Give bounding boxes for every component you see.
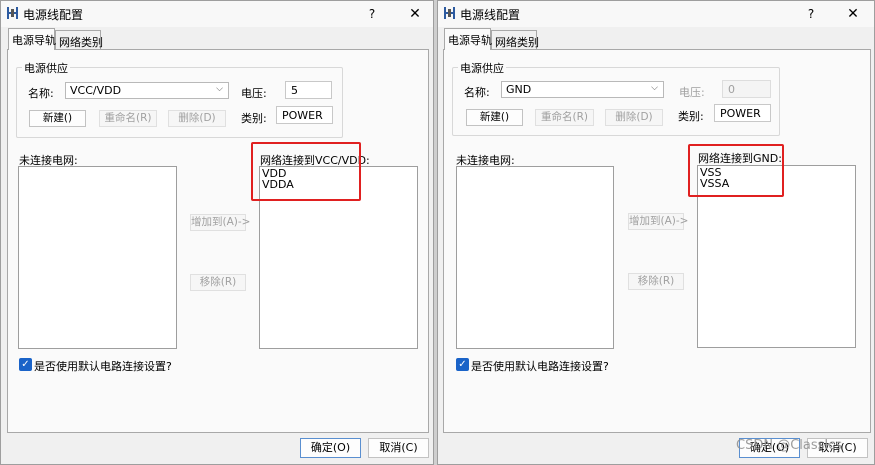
help-button[interactable]: ? (361, 5, 383, 23)
power-rail-app-icon (444, 7, 455, 19)
tab-label: 网络类别 (495, 36, 539, 49)
tab-panel: 电源供应 名称: VCC/VDD ⌵ 电压: 5 新建() 重命名(R) 删除(… (7, 49, 429, 433)
category-field[interactable]: POWER (276, 106, 333, 124)
title-bar: 电源线配置 ? ✕ (1, 1, 433, 27)
unconnected-nets-list[interactable] (456, 166, 614, 349)
category-label: 类别: (241, 112, 267, 125)
chevron-down-icon: ⌵ (651, 83, 658, 93)
checkbox-label: 是否使用默认电路连接设置? (34, 360, 172, 373)
tab-label: 电源导轨 (12, 34, 56, 47)
rename-button[interactable]: 重命名(R) (535, 109, 594, 126)
tab-net-class[interactable]: 网络类别 (491, 30, 539, 50)
voltage-label: 电压: (241, 87, 267, 100)
cancel-button[interactable]: 取消(C) (368, 438, 429, 458)
chevron-down-icon: ⌵ (216, 84, 223, 94)
delete-button[interactable]: 删除(D) (168, 110, 226, 127)
window-title: 电源线配置 (460, 8, 521, 22)
name-dropdown[interactable]: VCC/VDD ⌵ (65, 82, 229, 99)
remove-button[interactable]: 移除(R) (628, 273, 684, 290)
ok-button[interactable]: 确定(O) (300, 438, 361, 458)
checkbox-label: 是否使用默认电路连接设置? (471, 360, 609, 373)
voltage-label: 电压: (679, 86, 705, 99)
default-connection-checkbox[interactable]: ✓ (456, 358, 469, 371)
title-bar: 电源线配置 ? ✕ (438, 1, 874, 27)
dialog-footer: 确定(O) 取消(C) (1, 433, 433, 464)
remove-button[interactable]: 移除(R) (190, 274, 246, 291)
close-button[interactable]: ✕ (840, 4, 866, 24)
name-value: GND (506, 83, 532, 96)
default-connection-checkbox[interactable]: ✓ (19, 358, 32, 371)
tab-label: 网络类别 (59, 36, 103, 49)
power-supply-group (16, 67, 343, 138)
connected-nets-list[interactable]: VSS VSSA (697, 165, 856, 348)
unconnected-nets-list[interactable] (18, 166, 177, 349)
delete-button[interactable]: 删除(D) (605, 109, 663, 126)
window-title: 电源线配置 (23, 8, 84, 22)
tab-power-rail[interactable]: 电源导轨 (8, 28, 56, 50)
add-to-button[interactable]: 增加到(A)-> (628, 213, 688, 230)
new-button[interactable]: 新建() (466, 109, 523, 126)
add-to-button[interactable]: 增加到(A)-> (190, 214, 250, 231)
power-rail-app-icon (7, 7, 18, 19)
voltage-field[interactable]: 5 (285, 81, 332, 99)
tab-net-class[interactable]: 网络类别 (55, 30, 103, 50)
right-dialog: 电源线配置 ? ✕ 电源导轨 网络类别 电源供应 名称: GND ⌵ 电压: 0… (437, 0, 875, 465)
list-item[interactable]: VDDA (262, 179, 415, 190)
help-button[interactable]: ? (800, 5, 822, 23)
tab-panel: 电源供应 名称: GND ⌵ 电压: 0 新建() 重命名(R) 删除(D) 类… (443, 49, 871, 433)
group-title: 电源供应 (458, 60, 506, 76)
name-label: 名称: (28, 87, 54, 100)
connected-nets-list[interactable]: VDD VDDA (259, 166, 418, 349)
tab-power-rail[interactable]: 电源导轨 (444, 28, 492, 50)
category-field[interactable]: POWER (714, 104, 771, 122)
connected-nets-label: 网络连接到GND: (698, 152, 782, 165)
tab-label: 电源导轨 (448, 34, 492, 47)
new-button[interactable]: 新建() (29, 110, 86, 127)
category-label: 类别: (678, 110, 704, 123)
rename-button[interactable]: 重命名(R) (99, 110, 157, 127)
watermark: CSDN @ClassIcs (736, 438, 843, 453)
close-button[interactable]: ✕ (402, 4, 428, 24)
voltage-field[interactable]: 0 (722, 80, 771, 98)
name-label: 名称: (464, 86, 490, 99)
name-dropdown[interactable]: GND ⌵ (501, 81, 664, 98)
left-dialog: 电源线配置 ? ✕ 电源导轨 网络类别 电源供应 名称: VCC/VDD ⌵ 电… (0, 0, 434, 465)
group-title: 电源供应 (22, 60, 70, 76)
name-value: VCC/VDD (70, 84, 122, 97)
list-item[interactable]: VSSA (700, 178, 853, 189)
